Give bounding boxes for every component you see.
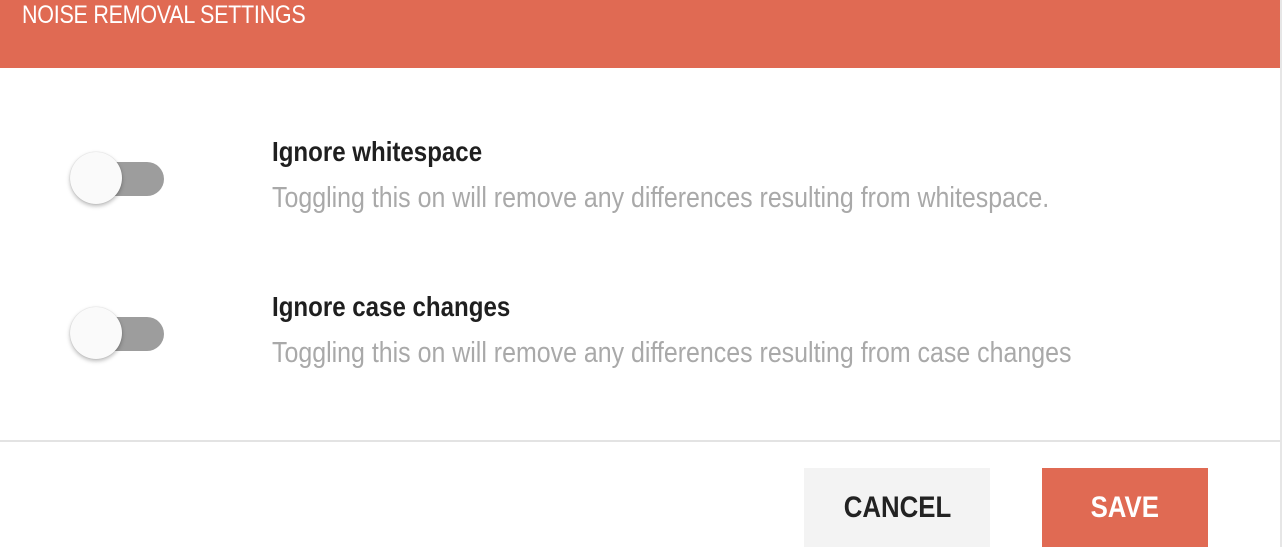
setting-row-ignore-whitespace: Ignore whitespace Toggling this on will … bbox=[0, 130, 1280, 240]
setting-title: Ignore case changes bbox=[272, 291, 511, 322]
ignore-whitespace-toggle[interactable] bbox=[70, 150, 166, 206]
cancel-button[interactable]: CANCEL bbox=[804, 468, 990, 547]
footer-divider bbox=[0, 440, 1280, 442]
setting-description: Toggling this on will remove any differe… bbox=[272, 337, 1072, 369]
ignore-case-changes-toggle[interactable] bbox=[70, 305, 166, 361]
setting-title: Ignore whitespace bbox=[272, 136, 483, 167]
save-button-label: SAVE bbox=[1090, 491, 1160, 524]
save-button[interactable]: SAVE bbox=[1042, 468, 1208, 547]
toggle-knob bbox=[70, 307, 122, 359]
dialog-header: NOISE REMOVAL SETTINGS bbox=[0, 0, 1280, 68]
setting-description: Toggling this on will remove any differe… bbox=[272, 182, 1050, 214]
cancel-button-label: CANCEL bbox=[843, 491, 951, 524]
toggle-knob bbox=[70, 152, 122, 204]
setting-row-ignore-case-changes: Ignore case changes Toggling this on wil… bbox=[0, 285, 1280, 395]
noise-removal-dialog: NOISE REMOVAL SETTINGS Ignore whitespace… bbox=[0, 0, 1282, 547]
dialog-title: NOISE REMOVAL SETTINGS bbox=[22, 1, 306, 29]
